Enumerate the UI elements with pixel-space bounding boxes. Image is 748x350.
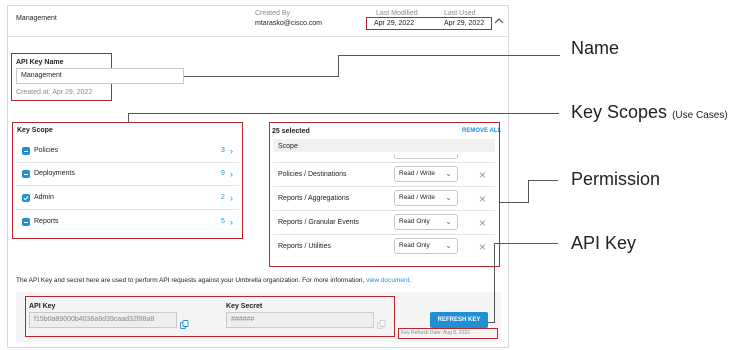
created-at-text: Created at: Apr 29, 2022 (16, 89, 93, 96)
chevron-right-icon: › (230, 146, 233, 156)
last-used-value: Apr 29, 2022 (444, 20, 485, 27)
partial-checkbox-icon[interactable] (22, 218, 30, 226)
annotation-key-scopes: Key Scopes (Use Cases) (571, 102, 728, 123)
callout-line (488, 322, 495, 323)
annotation-permission: Permission (571, 169, 661, 189)
scope-item-label: Admin (34, 194, 54, 201)
key-secret-field[interactable]: ###### (226, 312, 374, 328)
chevron-right-icon: › (230, 193, 233, 203)
callout-line (128, 113, 559, 114)
selected-scope-label: Reports / Granular Events (278, 219, 359, 226)
callout-line (338, 55, 339, 77)
key-secret-label: Key Secret (226, 303, 263, 310)
scope-column-header: Scope (278, 143, 298, 150)
callout-line (494, 243, 495, 323)
partial-select-box (394, 154, 458, 159)
copy-icon (377, 316, 386, 329)
selected-count: 25 selected (272, 128, 310, 135)
chevron-right-icon: › (230, 169, 233, 179)
permission-select[interactable]: Read Only ⌄ (394, 214, 458, 230)
partial-checkbox-icon[interactable] (22, 170, 30, 178)
scope-item-count: 2 (221, 194, 225, 201)
scope-item-policies[interactable]: Policies 3 › (16, 139, 239, 163)
header-name: Management (16, 15, 57, 22)
last-modified-value: Apr 29, 2022 (374, 20, 415, 27)
key-scope-title: Key Scope (17, 127, 53, 134)
scope-item-label: Reports (34, 218, 59, 225)
scope-item-reports[interactable]: Reports 5 › (16, 210, 239, 234)
refresh-key-button[interactable]: REFRESH KEY (430, 312, 488, 328)
scope-item-deployments[interactable]: Deployments 9 › (16, 162, 239, 186)
remove-icon[interactable]: × (479, 169, 486, 181)
annotation-name: Name (571, 38, 620, 58)
selected-row: Reports / Aggregations Read / Write ⌄ × (273, 187, 495, 210)
callout-line (338, 55, 560, 56)
selected-scope-label: Reports / Aggregations (278, 195, 350, 202)
api-key-name-label: API Key Name (16, 59, 64, 66)
api-info-text: The API Key and secret here are used to … (16, 277, 411, 284)
annotation-key-scopes-sub: (Use Cases) (672, 110, 728, 121)
selected-row: Reports / Granular Events Read Only ⌄ × (273, 211, 495, 234)
remove-all-link[interactable]: REMOVE ALL (462, 128, 501, 134)
created-by-value: mtarasko@cisco.com (255, 20, 323, 27)
scope-item-label: Policies (34, 147, 59, 154)
checked-checkbox-icon[interactable] (22, 194, 30, 202)
scope-item-label: Deployments (34, 170, 75, 177)
remove-icon[interactable]: × (479, 241, 486, 253)
remove-icon[interactable]: × (479, 193, 486, 205)
view-document-link[interactable]: view document. (366, 277, 411, 284)
callout-line (128, 113, 129, 122)
scope-item-admin[interactable]: Admin 2 › (16, 186, 239, 210)
permission-select[interactable]: Read / Write ⌄ (394, 190, 458, 206)
api-key-label: API Key (29, 303, 56, 310)
callout-line (494, 243, 558, 244)
partial-checkbox-icon[interactable] (22, 147, 30, 155)
api-key-name-input[interactable]: Management (16, 68, 184, 84)
callout-line (184, 76, 338, 77)
chevron-right-icon: › (230, 217, 233, 227)
annotation-key-scopes-label: Key Scopes (571, 102, 668, 122)
selected-scope-label: Policies / Destinations (278, 171, 347, 178)
header-divider (8, 36, 507, 37)
scope-item-count: 9 (221, 170, 225, 177)
copy-icon[interactable] (180, 316, 189, 329)
annotation-api-key: API Key (571, 233, 637, 253)
last-used-label: Last Used (444, 10, 476, 17)
scope-item-count: 3 (221, 147, 225, 154)
collapse-chevron-icon[interactable] (494, 12, 508, 24)
refresh-date-text: Key Refresh Date: Aug 8, 2022 (401, 330, 470, 336)
selected-row: Policies / Destinations Read / Write ⌄ × (273, 163, 495, 186)
scope-item-count: 5 (221, 218, 225, 225)
api-key-field[interactable]: f15b0a89000b4036a8d39caad32f88a8 (29, 312, 177, 328)
last-modified-label: Last Modified (376, 10, 418, 17)
permission-select[interactable]: Read / Write ⌄ (394, 166, 458, 182)
api-info-body: The API Key and secret here are used to … (16, 277, 367, 284)
scope-header-bar (273, 139, 495, 152)
callout-line (500, 202, 528, 203)
permission-select[interactable]: Read Only ⌄ (394, 238, 458, 254)
callout-line (528, 180, 529, 203)
selected-row: Reports / Utilities Read Only ⌄ × (273, 235, 495, 258)
remove-icon[interactable]: × (479, 217, 486, 229)
callout-line (528, 180, 558, 181)
selected-scope-label: Reports / Utilities (278, 243, 331, 250)
created-by-label: Created By (255, 10, 291, 17)
